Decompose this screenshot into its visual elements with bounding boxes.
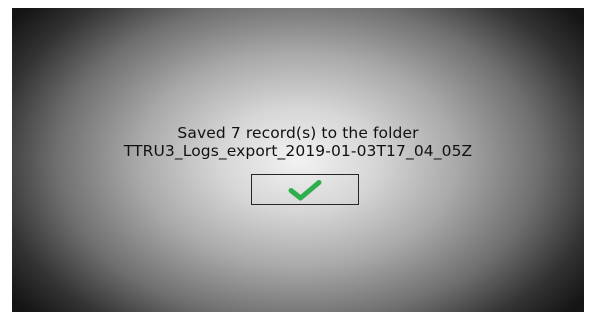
message-line-records: Saved 7 record(s) to the folder — [177, 124, 419, 142]
save-confirmation-message: Saved 7 record(s) to the folder TTRU3_Lo… — [12, 124, 584, 160]
confirm-ok-button[interactable] — [251, 174, 359, 205]
checkmark-icon — [288, 179, 322, 200]
screen: Saved 7 record(s) to the folder TTRU3_Lo… — [12, 8, 584, 312]
device-frame: Saved 7 record(s) to the folder TTRU3_Lo… — [0, 0, 594, 318]
message-line-folder: TTRU3_Logs_export_2019-01-03T17_04_05Z — [123, 142, 473, 160]
